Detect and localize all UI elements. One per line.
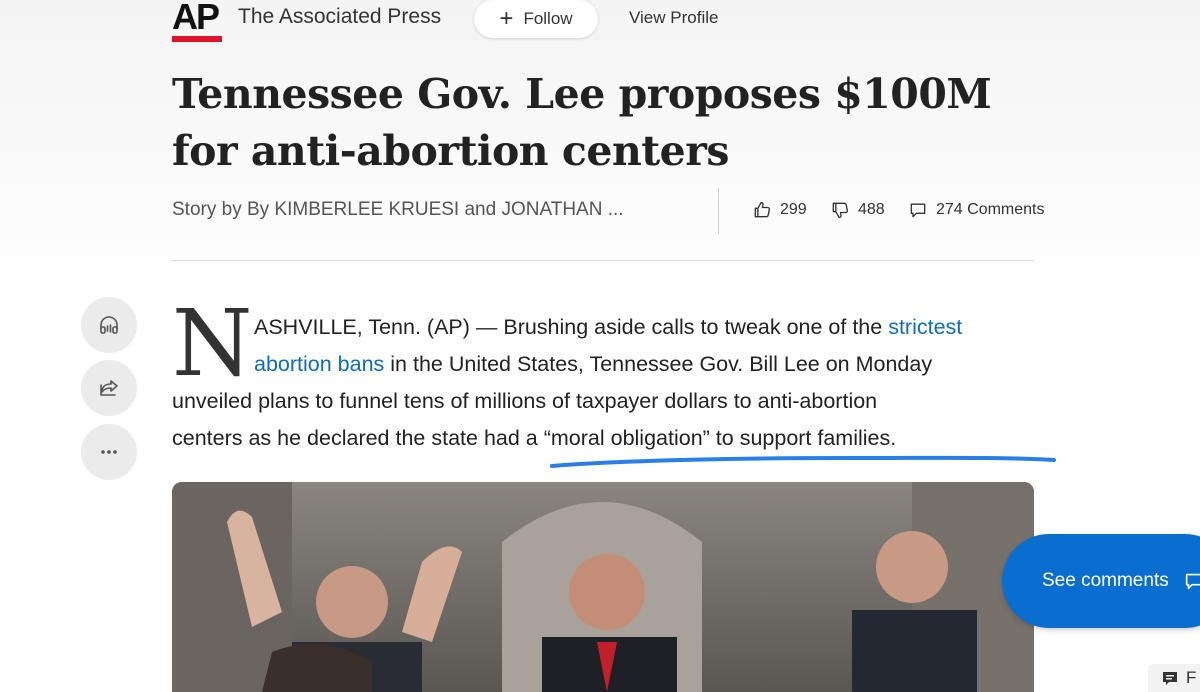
see-comments-label: See comments <box>1042 570 1169 591</box>
view-profile-link[interactable]: View Profile <box>629 8 718 28</box>
dislike-button[interactable]: 488 <box>830 200 885 220</box>
strictest-link[interactable]: strictest <box>888 315 962 339</box>
divider <box>718 188 719 234</box>
feedback-label: F <box>1186 668 1197 687</box>
like-button[interactable]: 299 <box>752 200 807 220</box>
headphones-icon <box>100 316 118 334</box>
comment-icon <box>910 203 926 218</box>
thumbs-up-icon <box>754 201 771 218</box>
dislike-count: 488 <box>858 201 885 218</box>
article-headline: Tennessee Gov. Lee proposes $100M for an… <box>172 70 992 175</box>
photo-illustration <box>172 482 1034 692</box>
share-icon <box>100 380 118 396</box>
listen-button[interactable] <box>81 297 137 353</box>
article-byline: Story by By KIMBERLEE KRUESI and JONATHA… <box>172 199 624 220</box>
comment-icon <box>1185 573 1200 590</box>
share-button[interactable] <box>81 360 137 416</box>
paragraph-line: unveiled plans to funnel tens of million… <box>172 389 878 413</box>
more-options-button[interactable] <box>81 424 137 480</box>
comment-count: 274 Comments <box>936 201 1045 218</box>
paragraph-line: abortion bans in the United States, Tenn… <box>172 346 1042 383</box>
follow-button[interactable]: + Follow <box>474 0 598 38</box>
body-text: ASHVILLE, Tenn. (AP) — Brushing aside ca… <box>254 315 889 339</box>
logo-red-bar <box>172 36 222 42</box>
hand-drawn-underline <box>550 455 1056 468</box>
feedback-button[interactable]: F <box>1148 664 1200 692</box>
publisher-name[interactable]: The Associated Press <box>238 5 441 29</box>
header-divider <box>172 260 1034 261</box>
thumbs-down-icon <box>832 202 849 219</box>
comments-button[interactable]: 274 Comments <box>908 200 1045 220</box>
see-comments-button[interactable]: See comments <box>1002 534 1200 628</box>
more-icon <box>101 450 117 454</box>
article-photo[interactable] <box>172 482 1034 692</box>
plus-icon: + <box>499 5 514 32</box>
ap-logo[interactable]: AP <box>172 0 224 42</box>
paragraph-line: ASHVILLE, Tenn. (AP) — Brushing aside ca… <box>172 309 1042 346</box>
like-count: 299 <box>780 201 807 218</box>
abortion-bans-link[interactable]: abortion bans <box>254 352 384 376</box>
article-paragraph: ASHVILLE, Tenn. (AP) — Brushing aside ca… <box>172 309 1042 457</box>
follow-label: Follow <box>523 9 573 28</box>
feedback-icon <box>1163 672 1177 685</box>
body-text: in the United States, Tennessee Gov. Bil… <box>384 352 933 376</box>
logo-text: AP <box>172 0 220 37</box>
